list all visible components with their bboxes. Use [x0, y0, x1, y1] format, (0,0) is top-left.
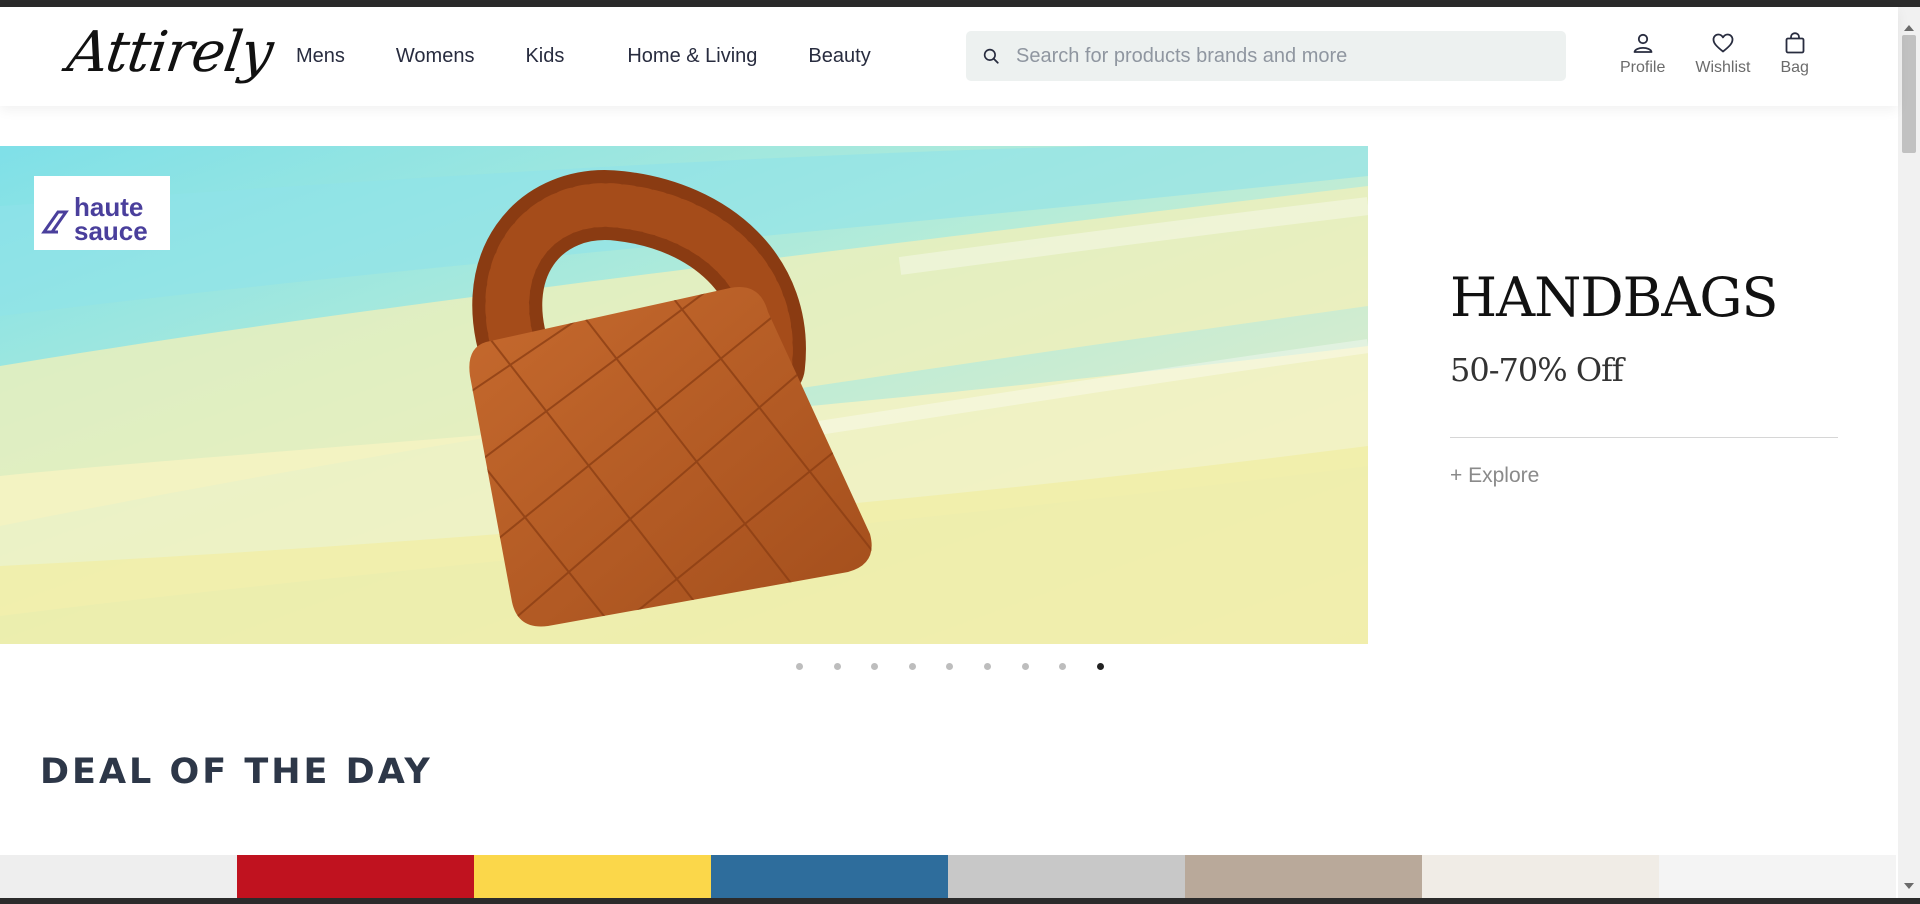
deal-tile[interactable]: [1185, 855, 1422, 898]
profile-button[interactable]: Profile: [1620, 31, 1665, 77]
deal-of-the-day-title: DEAL OF THE DAY: [40, 752, 433, 792]
hero-banner[interactable]: haute sauce: [0, 146, 1368, 644]
header-actions: Profile Wishlist Bag: [1620, 31, 1839, 77]
nav-mens[interactable]: Mens: [296, 45, 345, 68]
scrollbar[interactable]: [1898, 7, 1920, 898]
carousel-dot[interactable]: [833, 663, 841, 670]
main-nav: Mens Womens Kids Home & Living Beauty: [296, 7, 922, 106]
search-bar: [966, 31, 1566, 81]
search-icon: [983, 48, 999, 64]
carousel-dot[interactable]: [984, 663, 991, 670]
deal-carousel: [0, 855, 1898, 898]
bag-label: Bag: [1780, 59, 1809, 76]
deal-tile[interactable]: [948, 855, 1185, 898]
carousel-dot[interactable]: [1096, 663, 1104, 670]
profile-label: Profile: [1620, 59, 1666, 76]
deal-tile[interactable]: [237, 855, 474, 898]
deal-tile[interactable]: [0, 855, 237, 898]
bag-icon: [1785, 32, 1805, 54]
window-top-strip: [0, 0, 1920, 7]
carousel-dot[interactable]: [946, 663, 954, 670]
carousel-dot[interactable]: [871, 663, 879, 670]
site-header: Attirely Mens Womens Kids Home & Living …: [0, 7, 1898, 106]
scroll-thumb[interactable]: [1902, 35, 1916, 153]
promo-discount: 50-70% Off: [1450, 351, 1624, 389]
deal-tile[interactable]: [711, 855, 948, 898]
wishlist-label: Wishlist: [1695, 59, 1751, 76]
explore-link[interactable]: + Explore: [1450, 464, 1539, 488]
carousel-dot[interactable]: [1021, 663, 1029, 670]
search-input[interactable]: [1016, 44, 1536, 68]
carousel-dot[interactable]: [1059, 663, 1067, 670]
nav-beauty[interactable]: Beauty: [808, 45, 870, 68]
bag-button[interactable]: Bag: [1780, 31, 1809, 77]
nav-womens[interactable]: Womens: [396, 45, 475, 68]
carousel-dot[interactable]: [908, 663, 916, 670]
scroll-down-arrow-icon[interactable]: [1904, 883, 1914, 889]
carousel-dot[interactable]: [796, 663, 803, 670]
brand-logo: haute sauce: [34, 176, 170, 250]
site-logo[interactable]: Attirely: [63, 17, 277, 89]
wishlist-button[interactable]: Wishlist: [1695, 31, 1750, 77]
promo-title: HANDBAGS: [1450, 266, 1778, 329]
promo-divider: [1450, 437, 1838, 438]
nav-home-living[interactable]: Home & Living: [627, 45, 757, 68]
brand-logo-line2: sauce: [74, 216, 148, 246]
scroll-up-arrow-icon[interactable]: [1904, 25, 1914, 31]
hero-promo: HANDBAGS 50-70% Off + Explore: [1450, 266, 1838, 488]
heart-icon: [1712, 33, 1734, 53]
deal-tile[interactable]: [474, 855, 711, 898]
nav-kids[interactable]: Kids: [525, 45, 564, 68]
hero-image: haute sauce: [0, 146, 1368, 644]
person-icon: [1633, 33, 1653, 53]
deal-tile[interactable]: [1422, 855, 1659, 898]
deal-tile[interactable]: [1659, 855, 1896, 898]
window-bottom-strip: [0, 898, 1920, 904]
carousel-dots: [0, 663, 1920, 673]
